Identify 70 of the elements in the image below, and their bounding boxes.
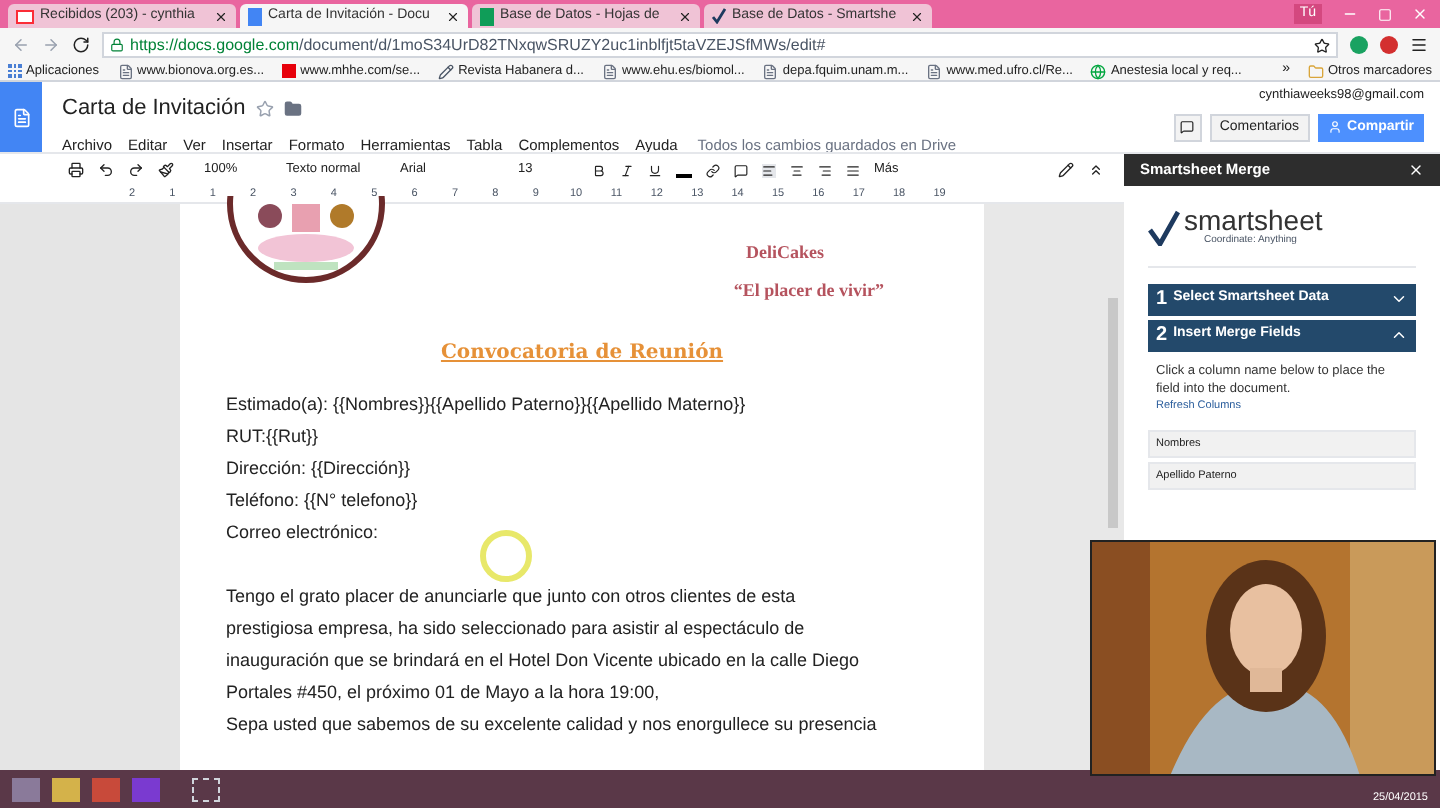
favicon-icon (282, 64, 297, 78)
taskbar-icon[interactable] (192, 777, 220, 801)
text-line: Correo electrónico: (226, 520, 381, 546)
menu-icon[interactable] (1410, 36, 1428, 54)
page-icon (762, 63, 779, 79)
link-icon[interactable] (706, 163, 720, 177)
text-line: Sepa usted que sabemos de su excelente calidad y nos enorgullece su presencia (226, 712, 879, 738)
close-icon[interactable] (214, 9, 228, 23)
cursor-highlight (480, 530, 532, 582)
pencil-icon[interactable] (1058, 162, 1074, 178)
print-icon[interactable] (68, 162, 84, 178)
step-number: 1 (1156, 286, 1168, 314)
text-line: Teléfono: {{N° telefono}} (226, 488, 420, 514)
company-name: DeliCakes (746, 240, 824, 266)
comment-icon (1180, 120, 1195, 135)
spreadsheet-icon (480, 7, 494, 25)
align-left-icon[interactable] (762, 163, 776, 177)
page-icon (117, 63, 133, 79)
url-text: https://docs.google.com/document/d/1moS34UrD82TNxqwSRUZY2uc1inblfjt5taVZEJSfMWs/edit# (130, 33, 826, 57)
step-number: 2 (1156, 322, 1168, 350)
document-icon (11, 107, 31, 127)
docs-menu-button[interactable] (0, 82, 42, 152)
undo-icon[interactable] (98, 162, 114, 178)
text-line: Portales #450, el próximo 01 de Mayo a la hora 19:00, (226, 680, 662, 706)
taskbar-icon[interactable] (52, 777, 80, 801)
redo-icon[interactable] (128, 162, 144, 178)
checkmark-icon (712, 8, 726, 24)
text-line: Tengo el grato placer de anunciarle que junto con otros clientes de esta (226, 584, 798, 610)
paint-format-icon[interactable] (158, 162, 174, 178)
collapse-icon[interactable] (1088, 162, 1104, 178)
chat-button[interactable] (1173, 113, 1202, 142)
align-right-icon[interactable] (818, 163, 832, 177)
bold-icon[interactable] (592, 163, 606, 177)
close-icon[interactable] (910, 9, 924, 23)
close-icon[interactable] (678, 9, 692, 23)
slogan: “El placer de vivir” (733, 277, 884, 304)
pen-icon (438, 63, 455, 79)
person-icon (1327, 120, 1342, 135)
folder-icon (1307, 63, 1324, 79)
comment-icon[interactable] (734, 163, 748, 177)
close-icon[interactable] (446, 9, 460, 23)
chevron-up-icon (1390, 326, 1408, 344)
text-line: prestigiosa empresa, ha sido seleccionado para asistir al espectáculo de (226, 616, 807, 642)
checkmark-icon (1148, 209, 1180, 246)
justify-icon[interactable] (846, 163, 860, 177)
reload-icon[interactable] (72, 36, 90, 54)
lock-icon (110, 38, 124, 52)
apps-icon (8, 64, 22, 78)
text-line: RUT:{{Rut}} (226, 424, 321, 450)
italic-icon[interactable] (620, 163, 634, 177)
text-line: Estimado(a): {{Nombres}}{{Apellido Paterno}}{{Apellido Materno}} (226, 392, 748, 418)
mail-icon (16, 9, 34, 23)
document-icon (248, 7, 262, 25)
page-icon (926, 63, 943, 79)
folder-icon[interactable] (283, 99, 302, 118)
smartsheet-logo: smartsheet (1184, 206, 1323, 234)
align-center-icon[interactable] (790, 163, 804, 177)
maximize-icon[interactable] (1378, 7, 1392, 21)
text-line: Dirección: {{Dirección}} (226, 456, 413, 482)
page-icon (601, 63, 618, 79)
address-bar[interactable]: https://docs.google.com/document/d/1moS34UrD82TNxqwSRUZY2uc1inblfjt5taVZEJSfMWs/edit# (102, 32, 1338, 58)
globe-icon (1090, 63, 1107, 79)
chevron-down-icon (1390, 290, 1408, 308)
text-line: inauguración que se brindará en el Hotel Don Vicente ubicado en la calle Diego (226, 648, 862, 674)
document-title[interactable]: Carta de Invitación (62, 92, 246, 125)
scrollbar[interactable] (1108, 298, 1118, 528)
star-icon[interactable] (1314, 37, 1330, 53)
star-icon[interactable] (255, 99, 274, 118)
document-heading: Convocatoria de Reunión (440, 340, 724, 368)
underline-icon[interactable] (648, 163, 662, 177)
